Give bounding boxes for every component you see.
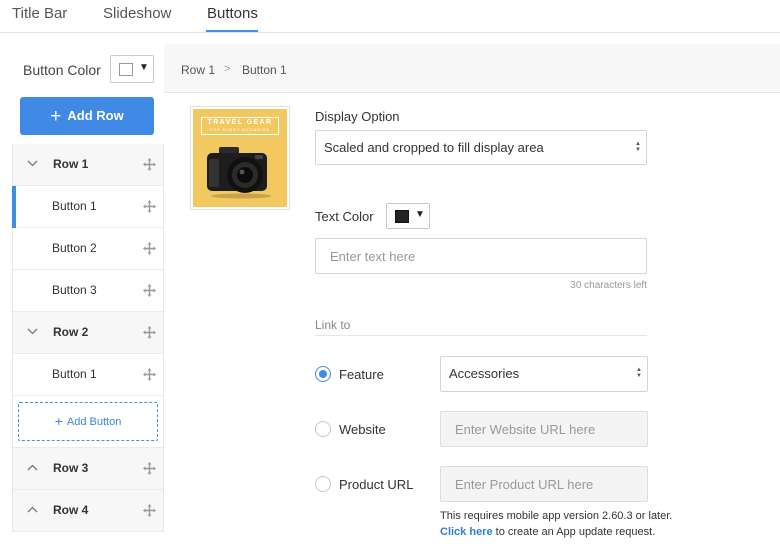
row-tree: Row 1 Button 1 Button 2 Button 3 Row 2 B…	[12, 144, 164, 532]
product-url-label[interactable]: Product URL	[339, 477, 413, 492]
tree-row-label: Row 4	[53, 503, 89, 517]
version-note-line-2: Click here to create an App update reque…	[440, 524, 672, 540]
click-here-link[interactable]: Click here	[440, 526, 493, 538]
text-color-label: Text Color	[315, 209, 374, 224]
banner-line-1: TRAVEL GEAR	[207, 119, 273, 126]
version-note-text: This requires mobile app version 2.60.3 …	[440, 510, 673, 522]
select-arrows-icon: ▲ ▼	[635, 141, 641, 153]
feature-label[interactable]: Feature	[339, 367, 384, 382]
tree-row-3[interactable]: Row 3	[13, 448, 163, 490]
button-color-swatch	[119, 63, 133, 76]
caret-down-icon: ▼	[415, 209, 425, 220]
move-icon[interactable]	[143, 462, 156, 475]
button-color-picker[interactable]: ▼	[110, 55, 154, 83]
select-arrows-icon: ▲ ▼	[636, 367, 642, 379]
website-radio[interactable]	[315, 421, 331, 437]
tree-button-1-1[interactable]: Button 1	[12, 186, 163, 228]
image-banner: TRAVEL GEAR FOR EVERY OCCASION	[201, 117, 279, 135]
button-color-row: Button Color ▼	[12, 44, 164, 93]
add-button-button[interactable]: + Add Button	[18, 402, 158, 441]
button-image-thumbnail[interactable]: TRAVEL GEAR FOR EVERY OCCASION	[190, 106, 290, 210]
tree-row-label: Row 3	[53, 461, 89, 475]
tree-row-1[interactable]: Row 1	[13, 144, 163, 186]
chevron-down-icon[interactable]	[27, 158, 38, 170]
tree-row-2[interactable]: Row 2	[13, 312, 163, 354]
move-icon[interactable]	[143, 326, 156, 339]
add-button-wrap: + Add Button	[13, 396, 163, 448]
feature-value: Accessories	[449, 366, 520, 381]
text-color-swatch	[395, 210, 409, 223]
tree-button-label: Button 3	[52, 283, 97, 297]
chevron-down-icon[interactable]	[27, 326, 38, 338]
button-text-input[interactable]	[315, 238, 647, 274]
tab-title-bar[interactable]: Title Bar	[12, 5, 67, 22]
plus-icon: +	[54, 413, 63, 429]
tree-row-label: Row 1	[53, 157, 89, 171]
breadcrumb-row[interactable]: Row 1	[181, 63, 215, 77]
tab-buttons[interactable]: Buttons	[207, 5, 258, 22]
breadcrumb: Row 1 > Button 1	[164, 44, 780, 93]
display-option-value: Scaled and cropped to fill display area	[324, 140, 544, 155]
plus-icon: +	[50, 106, 62, 127]
text-color-picker[interactable]: ▼	[386, 203, 430, 229]
chevron-up-icon[interactable]	[27, 462, 38, 474]
add-row-label: Add Row	[67, 108, 124, 123]
tree-button-label: Button 2	[52, 241, 97, 255]
tree-row-4[interactable]: Row 4	[13, 490, 163, 532]
website-label[interactable]: Website	[339, 422, 386, 437]
caret-down-icon: ▼	[139, 62, 149, 73]
website-url-input[interactable]	[440, 411, 648, 447]
divider	[315, 335, 647, 336]
move-icon[interactable]	[143, 200, 156, 213]
tree-button-1-3[interactable]: Button 3	[13, 270, 163, 312]
product-image: TRAVEL GEAR FOR EVERY OCCASION	[193, 109, 287, 207]
characters-left: 30 characters left	[570, 280, 647, 291]
tree-button-label: Button 1	[52, 199, 97, 213]
version-note: This requires mobile app version 2.60.3 …	[440, 508, 672, 540]
tab-slideshow[interactable]: Slideshow	[103, 5, 171, 22]
banner-line-2: FOR EVERY OCCASION	[210, 127, 270, 132]
breadcrumb-separator-icon: >	[224, 63, 231, 75]
move-icon[interactable]	[143, 158, 156, 171]
active-tab-indicator	[206, 30, 258, 32]
camera-icon	[207, 147, 271, 199]
button-color-label: Button Color	[23, 62, 101, 78]
chevron-up-icon[interactable]	[27, 504, 38, 516]
tab-bar: Title Bar Slideshow Buttons	[0, 0, 780, 33]
version-note-rest: to create an App update request.	[492, 526, 656, 538]
move-icon[interactable]	[143, 504, 156, 517]
display-option-label: Display Option	[315, 109, 400, 124]
button-editor: Row 1 > Button 1 TRAVEL GEAR FOR EVERY O…	[164, 44, 780, 550]
tree-button-label: Button 1	[52, 367, 97, 381]
breadcrumb-button: Button 1	[242, 63, 287, 77]
feature-select[interactable]: Accessories ▲ ▼	[440, 356, 648, 392]
move-icon[interactable]	[143, 284, 156, 297]
feature-radio[interactable]	[315, 366, 331, 382]
add-row-button[interactable]: + Add Row	[20, 97, 154, 135]
display-option-select[interactable]: Scaled and cropped to fill display area …	[315, 130, 647, 165]
tree-row-label: Row 2	[53, 325, 89, 339]
product-url-input[interactable]	[440, 466, 648, 502]
link-to-label: Link to	[315, 318, 351, 332]
buttons-sidebar: Button Color ▼ + Add Row Row 1 Button 1 B…	[12, 44, 164, 550]
tree-button-2-1[interactable]: Button 1	[13, 354, 163, 396]
product-url-radio[interactable]	[315, 476, 331, 492]
move-icon[interactable]	[143, 242, 156, 255]
move-icon[interactable]	[143, 368, 156, 381]
add-button-label: Add Button	[66, 416, 122, 428]
tree-button-1-2[interactable]: Button 2	[13, 228, 163, 270]
